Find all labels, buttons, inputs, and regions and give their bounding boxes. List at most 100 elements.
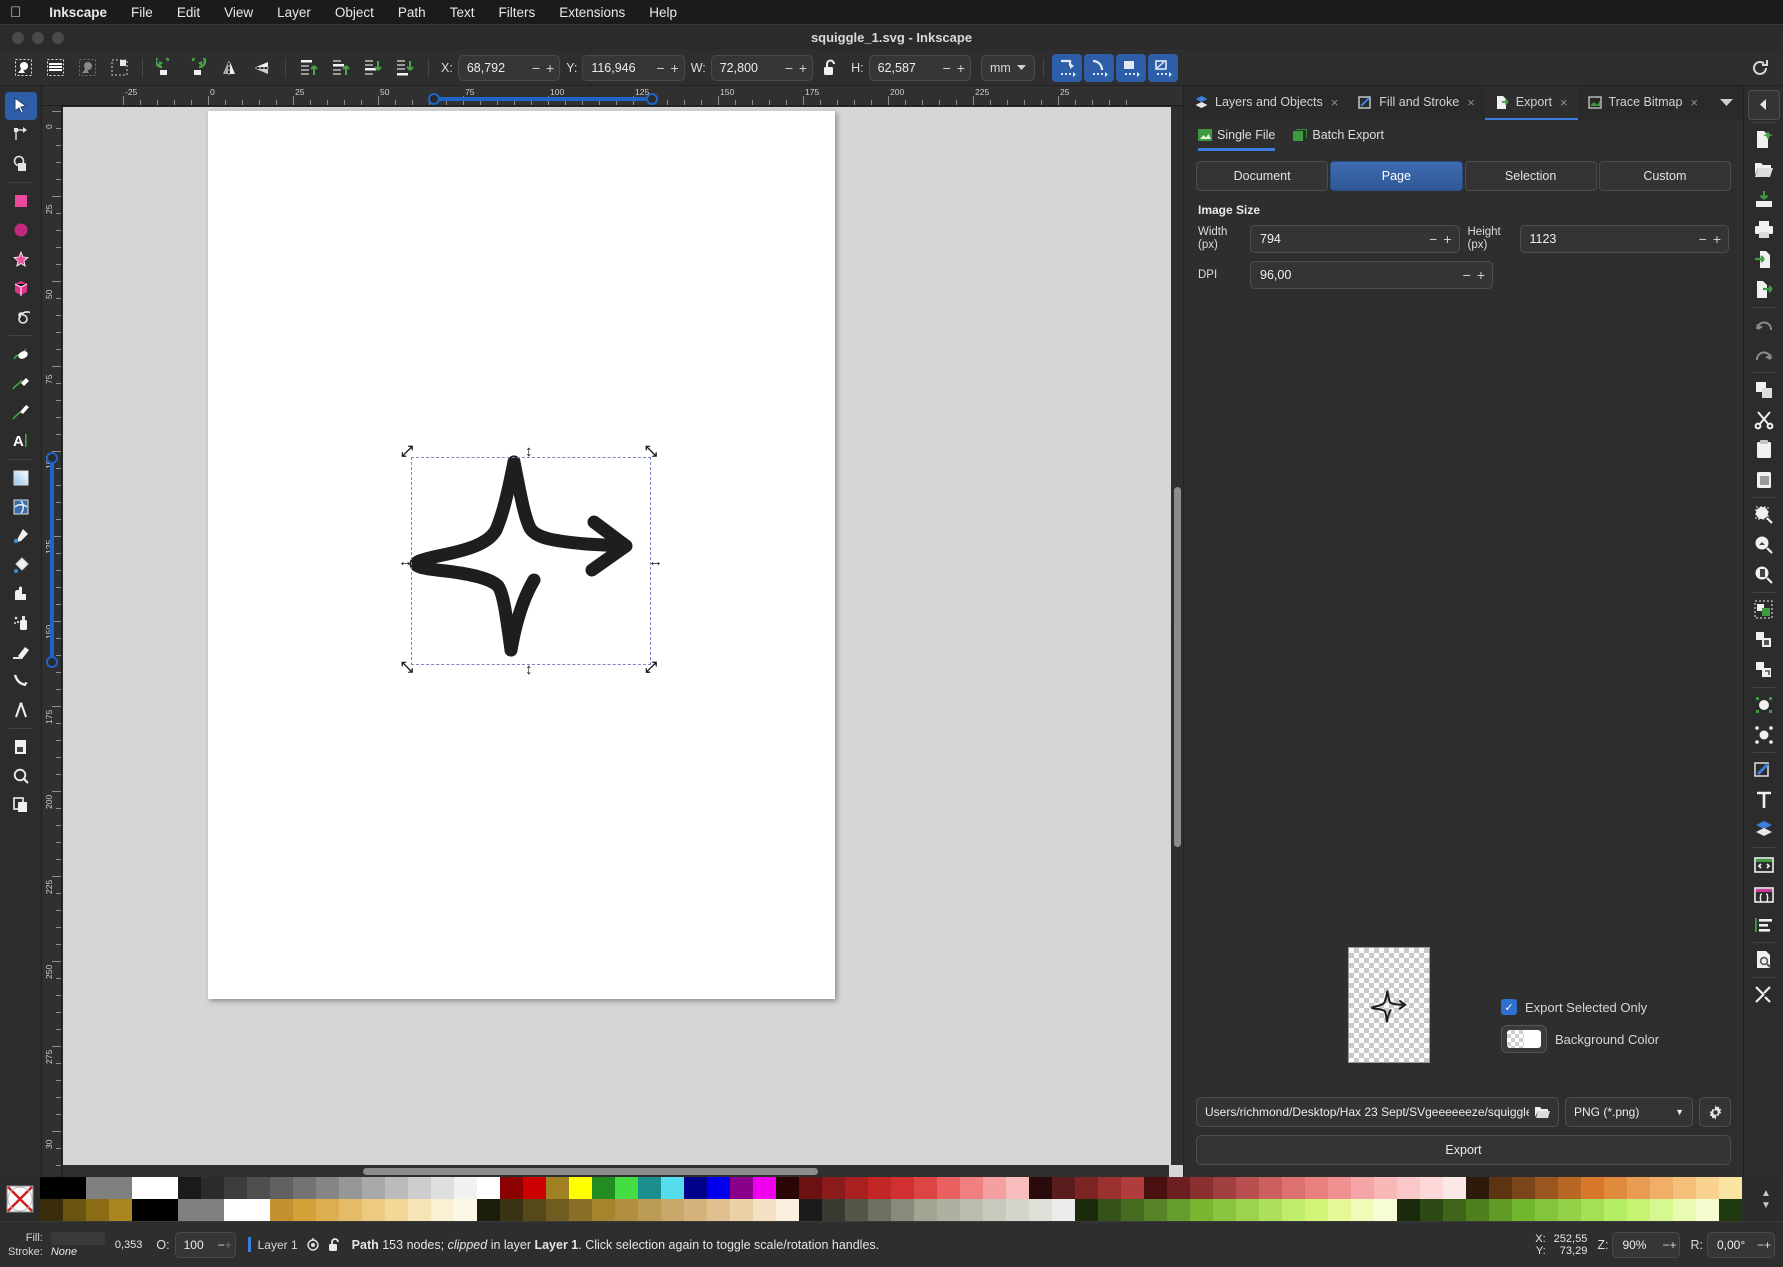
palette-swatch[interactable] [937,1177,960,1199]
tab-fill-and-stroke[interactable]: Fill and Stroke × [1348,86,1485,120]
palette-swatch[interactable] [822,1177,845,1199]
width-decrement[interactable]: − [1426,231,1440,247]
palette-swatch[interactable] [753,1177,776,1199]
export-settings-button[interactable] [1699,1097,1731,1127]
palette-swatch[interactable] [40,1177,63,1199]
palette-swatch[interactable] [500,1177,523,1199]
segment-custom[interactable]: Custom [1598,161,1731,191]
y-spinner[interactable]: − + [582,54,685,81]
palette-swatch[interactable] [1282,1199,1305,1221]
palette-swatch[interactable] [799,1177,822,1199]
palette-swatch[interactable] [431,1177,454,1199]
palette-swatch[interactable] [1121,1177,1144,1199]
palette-swatch[interactable] [86,1199,109,1221]
menu-file[interactable]: File [119,5,165,20]
palette-swatch[interactable] [569,1177,592,1199]
dropper-tool[interactable] [5,522,37,550]
no-color-swatch[interactable] [0,1177,40,1221]
palette-swatch[interactable] [1719,1199,1742,1221]
zoom-drawing-button[interactable] [1748,530,1780,560]
palette-swatch[interactable] [730,1199,753,1221]
palette-swatch[interactable] [132,1177,155,1199]
copy-button[interactable] [1748,435,1780,465]
palette-swatch[interactable] [615,1199,638,1221]
palette-controls[interactable]: ▲ ▼ [1749,1177,1783,1221]
palette-swatch[interactable] [1259,1199,1282,1221]
menu-view[interactable]: View [212,5,265,20]
palette-swatch[interactable] [1696,1177,1719,1199]
export-action-button[interactable]: Export [1196,1135,1731,1165]
palette-swatch[interactable] [1075,1177,1098,1199]
h-increment[interactable]: + [954,60,968,76]
palette-swatch[interactable] [1627,1199,1650,1221]
palette-swatch[interactable] [891,1177,914,1199]
palette-swatch[interactable] [1328,1199,1351,1221]
palette-swatch[interactable] [1535,1177,1558,1199]
palette-swatch[interactable] [1581,1177,1604,1199]
palette-swatch[interactable] [1466,1177,1489,1199]
menu-inkscape[interactable]: Inkscape [37,5,119,20]
palette-swatch[interactable] [1213,1199,1236,1221]
objects-tool[interactable] [5,791,37,819]
palette-swatch[interactable] [109,1199,132,1221]
height-field[interactable]: − + [1519,225,1729,253]
palette-swatch[interactable] [1144,1199,1167,1221]
h-spinner[interactable]: − + [868,54,971,81]
palette-swatch[interactable] [385,1199,408,1221]
palette-swatch[interactable] [270,1177,293,1199]
palette-swatch[interactable] [1558,1199,1581,1221]
palette-swatch[interactable] [730,1177,753,1199]
zoom-page-button[interactable] [1748,560,1780,590]
palette-swatch[interactable] [431,1199,454,1221]
palette-swatch[interactable] [1052,1199,1075,1221]
unit-selector[interactable]: mm [980,54,1035,81]
h-decrement[interactable]: − [940,60,954,76]
canvas-area[interactable]: -25025507510012515017520022525 025507510… [42,86,1183,1177]
palette-swatch[interactable] [845,1199,868,1221]
w-decrement[interactable]: − [782,60,796,76]
palette-swatch[interactable] [454,1199,477,1221]
menu-extensions[interactable]: Extensions [547,5,637,20]
background-color-button[interactable] [1501,1025,1547,1053]
palette-swatch[interactable] [1420,1177,1443,1199]
opacity-increment[interactable]: + [225,1238,232,1252]
layers-button[interactable] [1748,815,1780,845]
connector-tool[interactable] [5,667,37,695]
canvas-horizontal-scrollbar[interactable] [63,1165,1169,1177]
handle-middle-right[interactable]: ↔ [648,554,663,569]
segment-selection[interactable]: Selection [1464,161,1597,191]
panel-overflow-button[interactable] [1710,86,1743,120]
palette-swatch[interactable] [1443,1177,1466,1199]
x-input[interactable] [466,60,529,75]
palette-swatch[interactable] [293,1177,316,1199]
text-properties-button[interactable] [1748,785,1780,815]
measure-tool[interactable] [5,696,37,724]
palette-swatch[interactable] [776,1199,799,1221]
y-increment[interactable]: + [668,60,682,76]
menu-text[interactable]: Text [438,5,487,20]
palette-swatch[interactable] [1466,1199,1489,1221]
horizontal-ruler[interactable]: -25 0 25 50 75 100 125 150 175 200 225 25 [42,86,1183,106]
palette-swatch[interactable] [201,1177,224,1199]
fill-swatch[interactable] [50,1231,105,1245]
palette-swatch[interactable] [753,1199,776,1221]
palette-swatch[interactable] [1604,1177,1627,1199]
paste-button[interactable] [1748,465,1780,495]
ungroup-button[interactable] [1748,625,1780,655]
palette-swatch[interactable] [1144,1177,1167,1199]
palette-swatch[interactable] [523,1177,546,1199]
fill-stroke-indicator[interactable]: Fill: Stroke: None [8,1231,105,1258]
panel-drag-handle[interactable]: ⋮ [1169,626,1181,637]
tab-trace-bitmap[interactable]: Trace Bitmap × [1578,86,1708,120]
node-tool[interactable] [5,121,37,149]
transform-patterns-toggle[interactable] [1147,53,1178,82]
palette-swatch[interactable] [960,1177,983,1199]
cut-button[interactable] [1748,405,1780,435]
menu-object[interactable]: Object [323,5,386,20]
rotate-cw-icon[interactable] [183,54,213,82]
new-document-button[interactable] [1748,125,1780,155]
rotate-ccw-icon[interactable] [151,54,181,82]
palette-swatch[interactable] [1397,1199,1420,1221]
palette-swatch[interactable] [86,1177,109,1199]
palette-swatch[interactable] [1305,1199,1328,1221]
